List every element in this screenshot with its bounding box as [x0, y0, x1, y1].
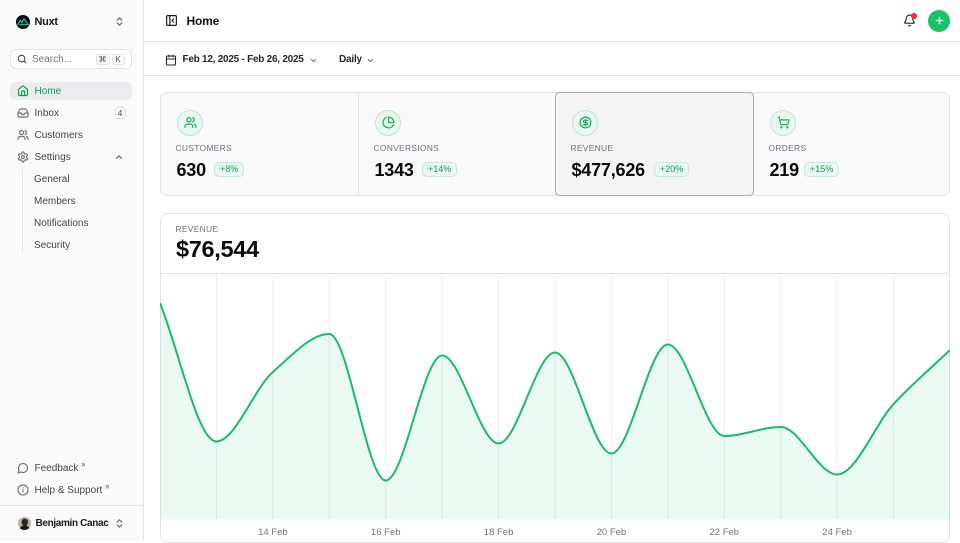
- svg-text:18 Feb: 18 Feb: [484, 527, 514, 538]
- svg-text:20 Feb: 20 Feb: [597, 527, 627, 538]
- svg-text:24 Feb: 24 Feb: [822, 527, 852, 538]
- svg-text:22 Feb: 22 Feb: [710, 527, 740, 538]
- svg-text:16 Feb: 16 Feb: [371, 527, 401, 538]
- svg-text:14 Feb: 14 Feb: [258, 527, 288, 538]
